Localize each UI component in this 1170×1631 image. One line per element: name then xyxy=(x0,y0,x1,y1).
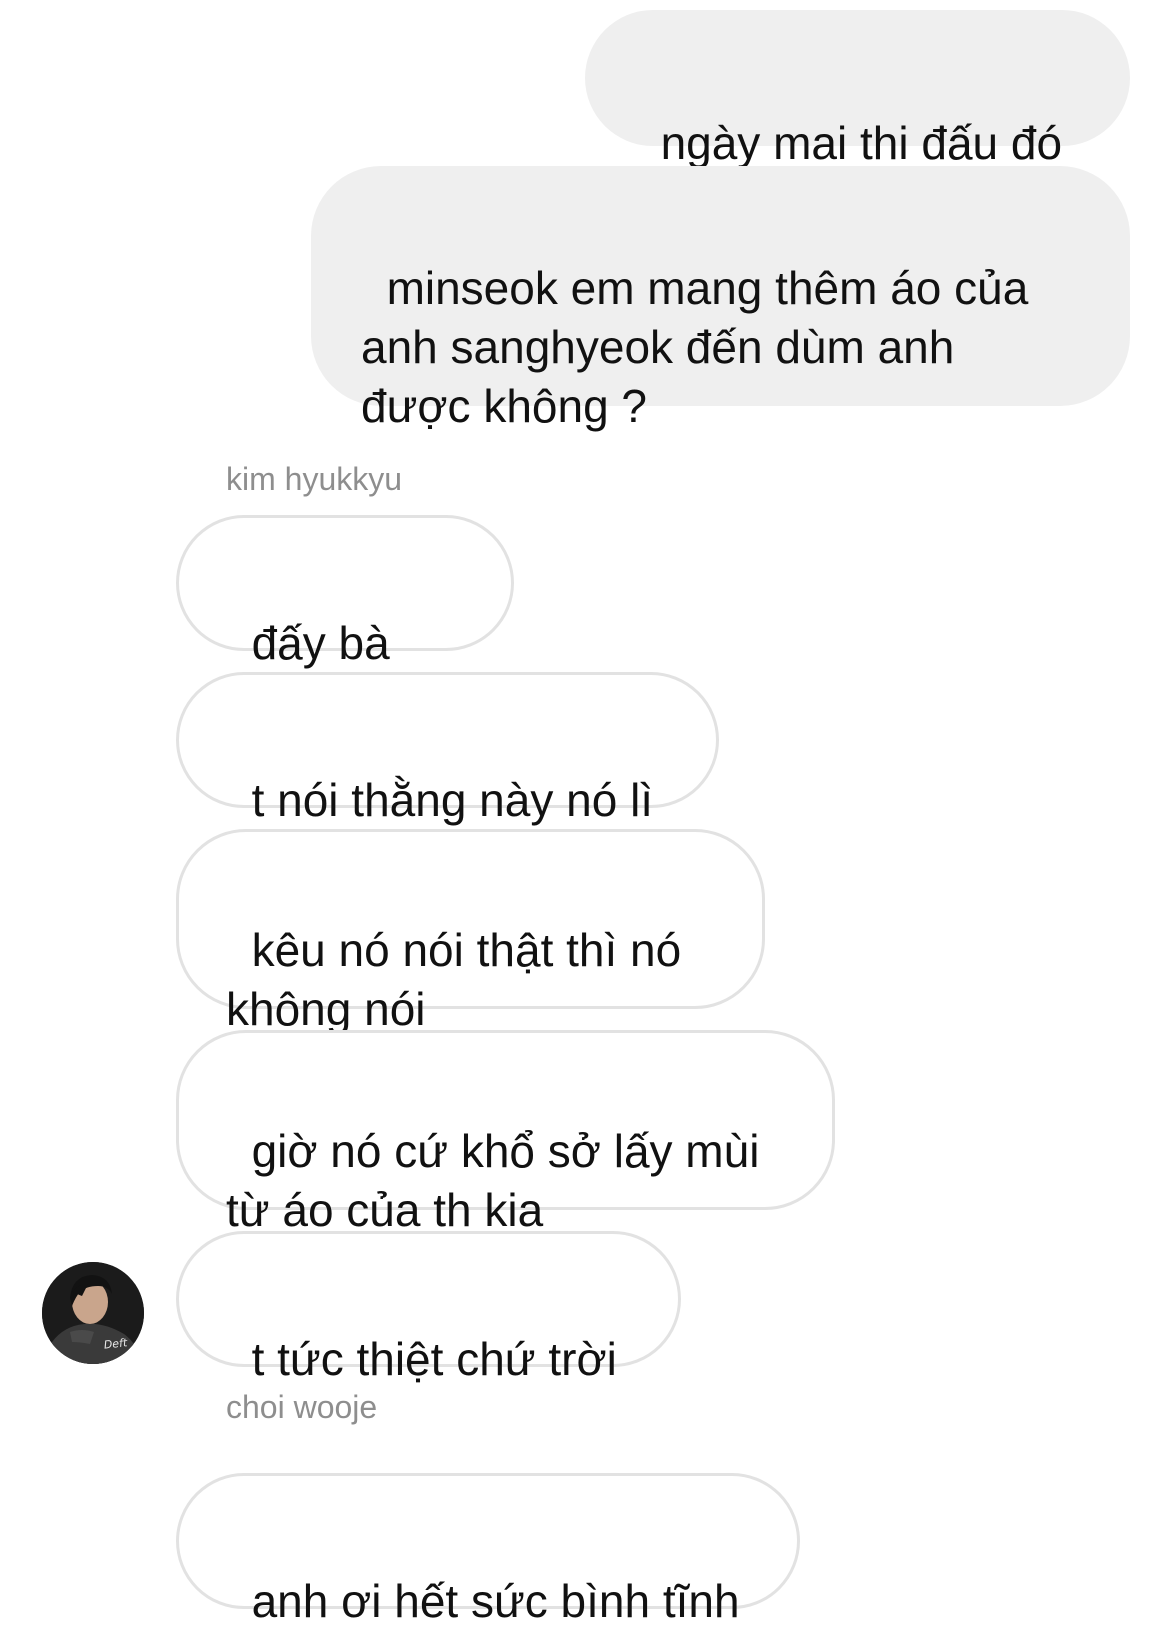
message-text: t nói thằng này nó lì xyxy=(251,774,654,826)
outgoing-message-bubble[interactable]: minseok em mang thêm áo của anh sanghyeo… xyxy=(311,166,1130,432)
avatar-photo: Deft xyxy=(42,1262,144,1364)
message-text: kêu nó nói thật thì nó không nói xyxy=(226,924,682,1035)
incoming-message-bubble[interactable]: đấy bà mẹ xyxy=(176,515,514,728)
svg-text:Deft: Deft xyxy=(103,1336,128,1351)
avatar[interactable]: Deft xyxy=(42,1262,144,1364)
message-text: ngày mai thi đấu đó xyxy=(660,117,1063,169)
incoming-message-bubble[interactable]: anh ơi hết sức bình tĩnh xyxy=(176,1473,800,1627)
incoming-message-bubble[interactable]: t tức thiệt chứ trời xyxy=(176,1231,681,1385)
incoming-message-bubble[interactable]: kêu nó nói thật thì nó không nói xyxy=(176,829,765,1035)
message-text: anh ơi hết sức bình tĩnh xyxy=(251,1575,740,1627)
message-text: giờ nó cứ khổ sở lấy mùi từ áo của th ki… xyxy=(226,1125,760,1236)
outgoing-message-bubble[interactable]: ngày mai thi đấu đó xyxy=(585,10,1130,169)
message-text: minseok em mang thêm áo của anh sanghyeo… xyxy=(361,262,1029,432)
sender-name: kim hyukkyu xyxy=(226,461,403,497)
sender-name: choi wooje xyxy=(226,1389,378,1425)
incoming-message-bubble[interactable]: t nói thằng này nó lì xyxy=(176,672,719,826)
incoming-message-bubble[interactable]: giờ nó cứ khổ sở lấy mùi từ áo của th ki… xyxy=(176,1030,835,1236)
message-text: t tức thiệt chứ trời xyxy=(251,1333,617,1385)
